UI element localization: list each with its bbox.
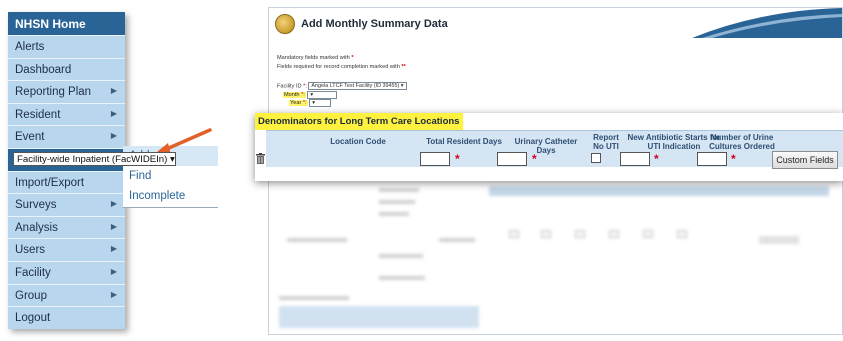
blurred-header-bar bbox=[489, 186, 829, 196]
month-row: Month *: ▾ bbox=[283, 91, 338, 99]
nav-item-import-export[interactable]: Import/Export bbox=[8, 170, 125, 194]
nav-item-facility[interactable]: Facility ▶ bbox=[8, 260, 125, 284]
nav-item-logout[interactable]: Logout bbox=[8, 306, 125, 329]
col-location-code: Location Code bbox=[330, 137, 386, 146]
chevron-right-icon: ▶ bbox=[110, 131, 117, 141]
blurred-text bbox=[439, 238, 475, 242]
nav-item-label: Group bbox=[15, 289, 47, 302]
nav-item-resident[interactable]: Resident ▶ bbox=[8, 102, 125, 126]
location-code-select[interactable]: Facility-wide Inpatient (FacWIDEIn) ▾ bbox=[13, 152, 176, 166]
urinary-catheter-days-input[interactable] bbox=[497, 152, 527, 166]
nav-item-alerts[interactable]: Alerts bbox=[8, 35, 125, 58]
blurred-text bbox=[379, 276, 425, 280]
blurred-text bbox=[379, 200, 415, 204]
year-label: Year *: bbox=[289, 100, 308, 107]
nav-item-surveys[interactable]: Surveys ▶ bbox=[8, 193, 125, 216]
header-swoosh-icon bbox=[692, 8, 842, 38]
trash-icon[interactable] bbox=[256, 153, 265, 164]
blurred-text bbox=[279, 296, 349, 300]
required-star: * bbox=[455, 152, 460, 166]
nav-header[interactable]: NHSN Home bbox=[8, 12, 125, 35]
new-antibiotic-starts-input[interactable] bbox=[620, 152, 650, 166]
nav-item-label: Dashboard bbox=[15, 63, 72, 76]
nav-item-label: Users bbox=[15, 244, 46, 257]
col-urine-cultures-ordered: Number of Urine Cultures Ordered bbox=[709, 133, 775, 151]
col-total-resident-days: Total Resident Days bbox=[426, 137, 502, 146]
nav-item-group[interactable]: Group ▶ bbox=[8, 283, 125, 307]
chevron-right-icon: ▶ bbox=[110, 266, 117, 276]
denominators-title: Denominators for Long Term Care Location… bbox=[255, 113, 464, 130]
urine-cultures-input[interactable] bbox=[697, 152, 727, 166]
nav-item-analysis[interactable]: Analysis ▶ bbox=[8, 215, 125, 239]
nav-item-label: Logout bbox=[15, 312, 51, 325]
year-row: Year *: ▾ bbox=[289, 99, 332, 107]
blurred-text bbox=[379, 254, 423, 258]
nav-item-dashboard[interactable]: Dashboard bbox=[8, 57, 125, 81]
required-star: * bbox=[731, 152, 736, 166]
chevron-right-icon: ▶ bbox=[110, 199, 117, 209]
nav-item-event[interactable]: Event ▶ bbox=[8, 125, 125, 148]
nav-item-label: Reporting Plan bbox=[15, 86, 92, 99]
blurred-text bbox=[379, 212, 409, 216]
blurred-input bbox=[609, 230, 619, 238]
custom-fields-button[interactable]: Custom Fields bbox=[772, 151, 838, 169]
denominators-table-header: Location Code Total Resident Days Urinar… bbox=[266, 130, 843, 167]
nav-item-label: Facility bbox=[15, 266, 51, 279]
blurred-input bbox=[575, 230, 585, 238]
nav-item-label: Event bbox=[15, 131, 45, 144]
denominators-popout: Denominators for Long Term Care Location… bbox=[255, 113, 843, 181]
nhsn-nav-menu: NHSN Home Alerts Dashboard Reporting Plan ▶… bbox=[8, 12, 125, 329]
nav-item-label: Analysis bbox=[15, 221, 58, 234]
nav-items: Alerts Dashboard Reporting Plan ▶ Resident ▶ E… bbox=[8, 35, 125, 329]
page-title: Add Monthly Summary Data bbox=[301, 18, 448, 30]
required-star: * bbox=[532, 152, 537, 166]
required-star: * bbox=[654, 152, 659, 166]
report-no-uti-checkbox[interactable] bbox=[591, 153, 601, 163]
nav-item-users[interactable]: Users ▶ bbox=[8, 238, 125, 261]
facility-label: Facility ID bbox=[277, 83, 302, 90]
nav-item-reporting-plan[interactable]: Reporting Plan ▶ bbox=[8, 80, 125, 103]
chevron-right-icon: ▶ bbox=[110, 244, 117, 254]
nav-item-label: Surveys bbox=[15, 199, 57, 212]
blurred-table bbox=[279, 306, 479, 328]
completion-note: Fields required for record completion ma… bbox=[277, 64, 406, 70]
chevron-right-icon: ▶ bbox=[110, 289, 117, 299]
blurred-input bbox=[541, 230, 551, 238]
chevron-right-icon: ▶ bbox=[110, 86, 117, 96]
app-header: Add Monthly Summary Data bbox=[269, 8, 842, 40]
facility-select[interactable]: Angela LTCF Test Facility (ID 39455) ▾ bbox=[308, 82, 407, 90]
chevron-right-icon: ▶ bbox=[110, 108, 117, 118]
blurred-input bbox=[677, 230, 687, 238]
facility-row: Facility ID *: Angela LTCF Test Facility… bbox=[277, 82, 407, 90]
submenu-item-incomplete[interactable]: Incomplete bbox=[123, 186, 218, 206]
blurred-text bbox=[287, 238, 347, 242]
blurred-input bbox=[643, 230, 653, 238]
blurred-input bbox=[509, 230, 519, 238]
blurred-text bbox=[379, 188, 419, 192]
chevron-right-icon: ▶ bbox=[110, 221, 117, 231]
month-select[interactable]: ▾ bbox=[307, 91, 338, 99]
year-select[interactable]: ▾ bbox=[309, 99, 332, 107]
month-label: Month *: bbox=[283, 92, 306, 99]
total-resident-days-input[interactable] bbox=[420, 152, 450, 166]
blurred-button bbox=[759, 236, 799, 244]
nav-item-label: Alerts bbox=[15, 41, 45, 53]
mandatory-note: Mandatory fields marked with * bbox=[277, 55, 354, 61]
submenu-item-find[interactable]: Find bbox=[123, 166, 218, 186]
col-report-no-uti: Report No UTI bbox=[593, 133, 619, 151]
summary-data-icon bbox=[275, 14, 295, 34]
blurred-form-content bbox=[279, 178, 839, 328]
nav-item-label: Resident bbox=[15, 108, 61, 121]
nav-item-label: Import/Export bbox=[15, 176, 85, 189]
